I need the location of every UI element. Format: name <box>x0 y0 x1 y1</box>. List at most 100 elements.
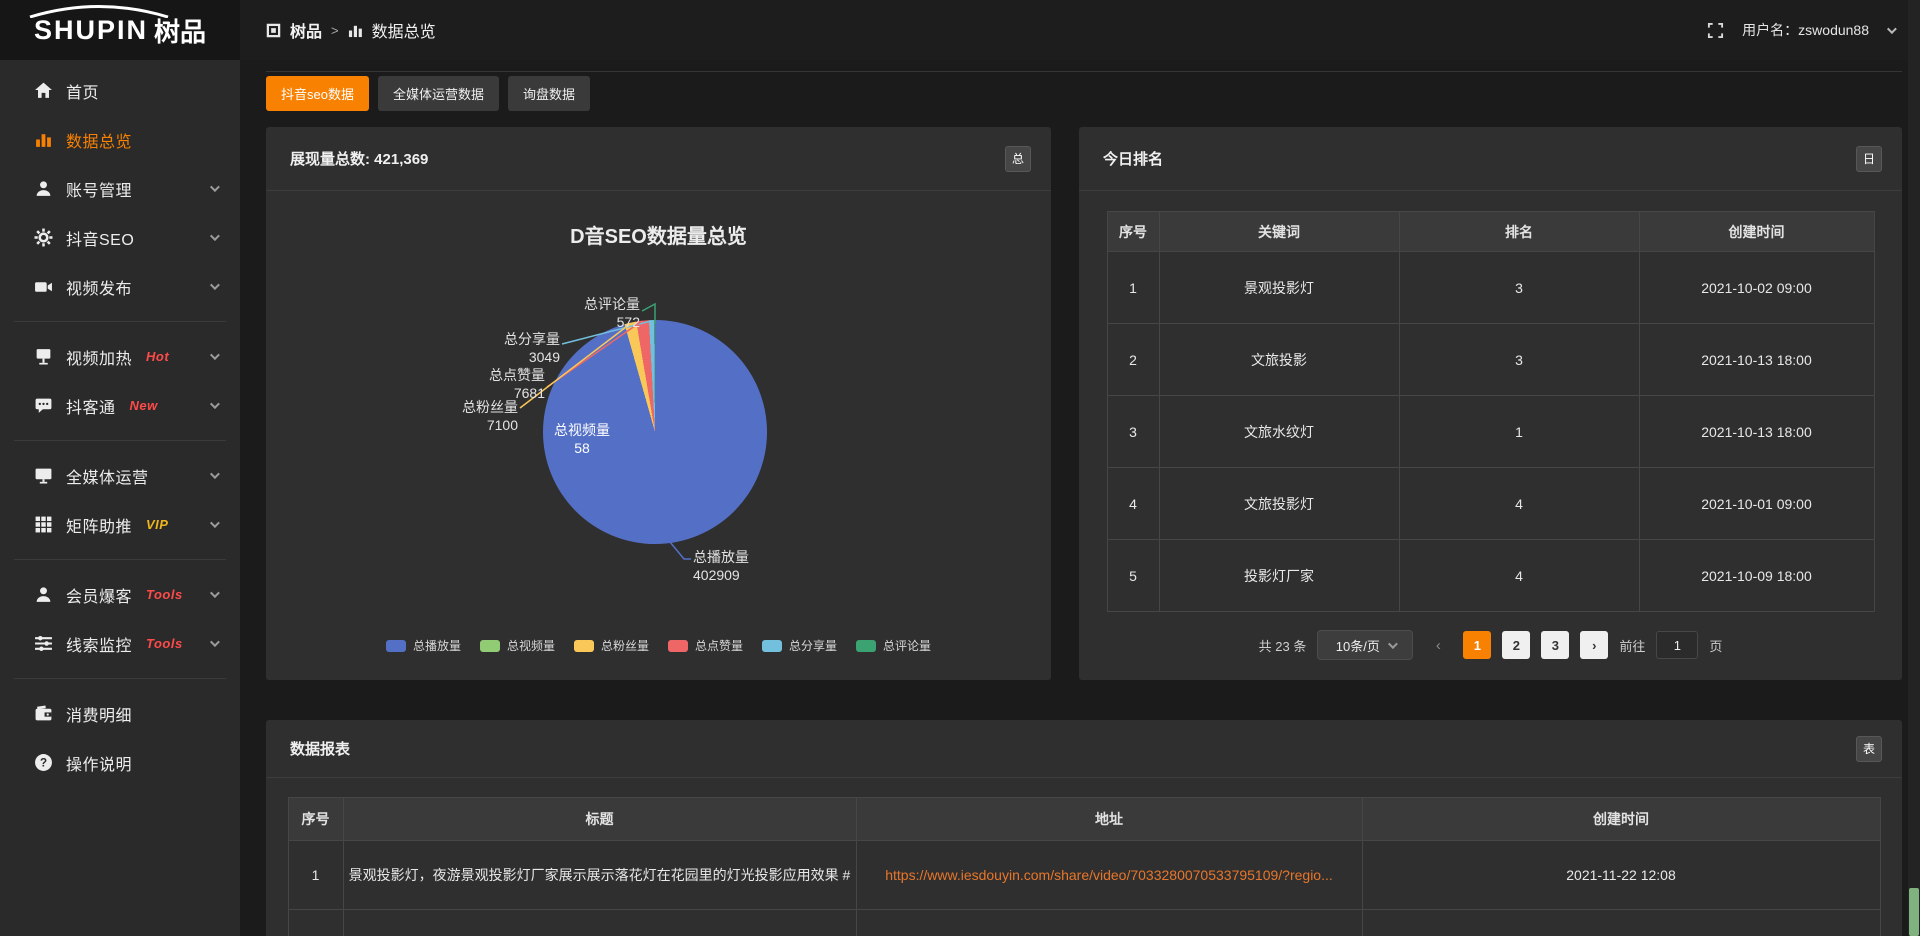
total-count: 共 23 条 <box>1259 636 1307 655</box>
sidebar-item-account[interactable]: 账号管理 <box>0 164 240 213</box>
page-button-2[interactable]: 2 <box>1502 631 1530 659</box>
header-divider <box>266 71 1902 72</box>
sidebar-item-video-publish[interactable]: 视频发布 <box>0 262 240 311</box>
page-button-3[interactable]: 3 <box>1541 631 1569 659</box>
grid-icon <box>34 515 53 534</box>
app-window: SHUPIN 树品 树品 > 数据总览 用户名：zswodun88 <box>0 0 1920 936</box>
today-ranking-card: 今日排名 日 序号 关键词 排名 创建时间 <box>1079 127 1902 680</box>
scrollbar-thumb[interactable] <box>1909 888 1919 936</box>
table-row <box>288 910 1880 936</box>
sidebar-item-home[interactable]: 首页 <box>0 66 240 115</box>
sidebar: 首页 数据总览 账号管理 抖音SEO 视频发布 <box>0 60 240 936</box>
help-icon: ? <box>34 753 53 772</box>
video-url-link[interactable]: https://www.iesdouyin.com/share/video/70… <box>885 867 1333 883</box>
sidebar-item-douyin-seo[interactable]: 抖音SEO <box>0 213 240 262</box>
user-icon <box>34 179 53 198</box>
chevron-down-icon <box>210 399 220 409</box>
tab-inquiry-data[interactable]: 询盘数据 <box>508 76 590 111</box>
table-row: 1景观投影灯32021-10-02 09:00 <box>1107 252 1874 324</box>
tab-media-ops-data[interactable]: 全媒体运营数据 <box>378 76 499 111</box>
chevron-down-icon <box>210 231 220 241</box>
sidebar-item-video-heat[interactable]: 视频加热 Hot <box>0 332 240 381</box>
table-row: 5投影灯厂家42021-10-09 18:00 <box>1107 540 1874 612</box>
pie-label-fans: 总粉丝量7100 <box>462 398 518 434</box>
pagination: 共 23 条 10条/页 ‹ 1 2 3 › 前往 页 <box>1079 630 1902 660</box>
table-row: 2文旅投影32021-10-13 18:00 <box>1107 324 1874 396</box>
prev-page-button[interactable]: ‹ <box>1424 631 1452 659</box>
pie-chart-area: D音SEO数据量总览 总评论量572 <box>266 192 1051 680</box>
bar-chart-icon <box>348 23 363 38</box>
report-table: 序号 标题 地址 创建时间 1 景观投影灯，夜游景观投影灯厂家展示展示落花灯在花… <box>288 797 1881 936</box>
chevron-down-icon <box>210 182 220 192</box>
pie-label-comments: 总评论量572 <box>584 295 640 331</box>
total-view-button[interactable]: 总 <box>1005 146 1031 172</box>
new-badge: New <box>130 398 158 413</box>
logo-arc <box>24 4 174 18</box>
next-page-button[interactable]: › <box>1580 631 1608 659</box>
legend-item-fans[interactable]: 总粉丝量 <box>574 637 649 654</box>
sidebar-item-matrix-boost[interactable]: 矩阵助推 VIP <box>0 500 240 549</box>
chat-bubble-icon <box>34 396 53 415</box>
breadcrumb-separator: > <box>331 23 339 38</box>
sidebar-item-member[interactable]: 会员爆客 Tools <box>0 570 240 619</box>
username[interactable]: 用户名：zswodun88 <box>1742 20 1869 40</box>
data-report-card: 数据报表 表 序号 标题 地址 创建时间 <box>266 720 1902 936</box>
bar-chart-icon <box>34 130 53 149</box>
legend-item-shares[interactable]: 总分享量 <box>762 637 837 654</box>
sidebar-item-clue-monitor[interactable]: 线索监控 Tools <box>0 619 240 668</box>
chevron-down-icon <box>1388 639 1398 649</box>
impressions-total: 展现量总数: 421,369 <box>290 148 428 169</box>
tools-badge: Tools <box>146 636 183 651</box>
logo[interactable]: SHUPIN 树品 <box>0 0 240 60</box>
goto-label: 前往 <box>1619 636 1645 655</box>
gear-icon <box>34 228 53 247</box>
logo-text-en: SHUPIN <box>34 15 148 46</box>
legend-item-comments[interactable]: 总评论量 <box>856 637 931 654</box>
sidebar-item-help[interactable]: ? 操作说明 <box>0 738 240 787</box>
chevron-down-icon <box>210 637 220 647</box>
signboard-icon <box>34 347 53 366</box>
video-title-cell: 景观投影灯，夜游景观投影灯厂家展示展示落花灯在花园里的灯光投影应用效果 # <box>343 841 856 910</box>
legend-item-plays[interactable]: 总播放量 <box>386 637 461 654</box>
goto-suffix: 页 <box>1709 636 1722 655</box>
sidebar-item-data-overview[interactable]: 数据总览 <box>0 115 240 164</box>
vertical-scrollbar[interactable] <box>1908 0 1920 936</box>
table-view-button[interactable]: 表 <box>1856 736 1882 762</box>
table-header-row: 序号 关键词 排名 创建时间 <box>1107 212 1874 252</box>
sliders-icon <box>34 634 53 653</box>
sidebar-item-media-ops[interactable]: 全媒体运营 <box>0 451 240 500</box>
chevron-down-icon <box>210 588 220 598</box>
ranking-table: 序号 关键词 排名 创建时间 1景观投影灯32021-10-02 09:00 <box>1107 211 1875 612</box>
pie-label-videos: 总视频量58 <box>537 421 627 457</box>
video-camera-icon <box>34 277 53 296</box>
chevron-down-icon <box>210 469 220 479</box>
top-bar: SHUPIN 树品 树品 > 数据总览 用户名：zswodun88 <box>0 0 1920 60</box>
table-row: 4文旅投影灯42021-10-01 09:00 <box>1107 468 1874 540</box>
breadcrumb-current: 数据总览 <box>372 18 436 42</box>
overview-icon <box>266 23 281 38</box>
sidebar-divider <box>14 559 226 560</box>
day-view-button[interactable]: 日 <box>1856 146 1882 172</box>
sidebar-item-consumption[interactable]: 消费明细 <box>0 689 240 738</box>
ranking-card-title: 今日排名 <box>1103 148 1163 169</box>
vip-badge: VIP <box>146 517 168 532</box>
legend-item-videos[interactable]: 总视频量 <box>480 637 555 654</box>
chevron-down-icon[interactable] <box>1887 24 1897 34</box>
chevron-down-icon <box>210 518 220 528</box>
tab-douyin-seo-data[interactable]: 抖音seo数据 <box>266 76 369 111</box>
sidebar-divider <box>14 678 226 679</box>
chevron-down-icon <box>210 350 220 360</box>
monitor-icon <box>34 466 53 485</box>
fullscreen-icon[interactable] <box>1707 22 1724 39</box>
home-icon <box>34 81 53 100</box>
chevron-down-icon <box>210 280 220 290</box>
sidebar-item-douketong[interactable]: 抖客通 New <box>0 381 240 430</box>
breadcrumb-root[interactable]: 树品 <box>290 18 322 42</box>
page-button-1[interactable]: 1 <box>1463 631 1491 659</box>
page-size-select[interactable]: 10条/页 <box>1317 630 1413 660</box>
goto-page-input[interactable] <box>1656 631 1698 659</box>
legend-item-likes[interactable]: 总点赞量 <box>668 637 743 654</box>
table-header-row: 序号 标题 地址 创建时间 <box>288 798 1880 841</box>
main-content: 抖音seo数据 全媒体运营数据 询盘数据 展现量总数: 421,369 总 <box>240 60 1920 936</box>
sidebar-divider <box>14 321 226 322</box>
